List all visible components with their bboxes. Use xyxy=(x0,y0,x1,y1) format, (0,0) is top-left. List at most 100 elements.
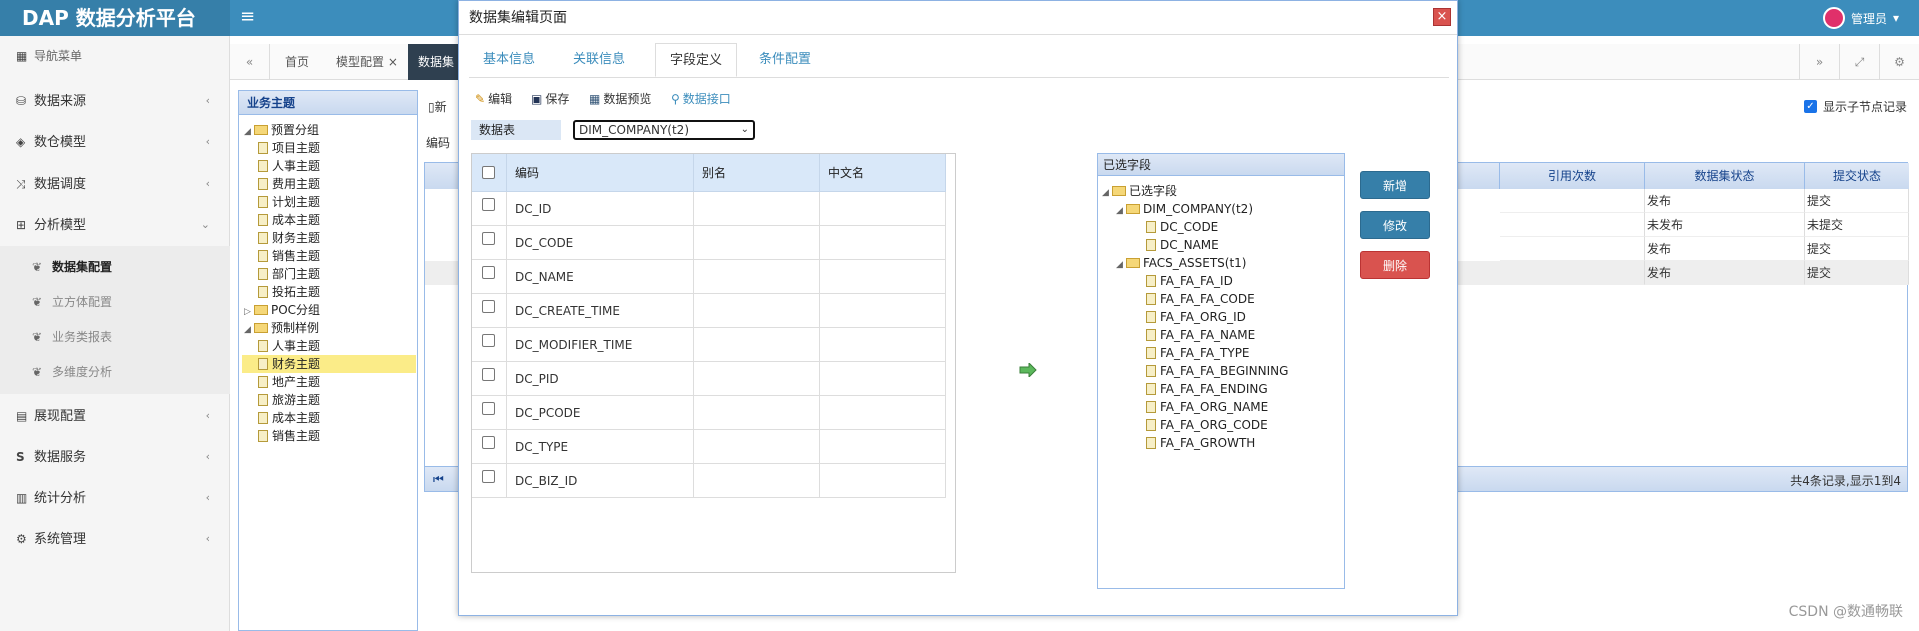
tree-node[interactable]: 人事主题 xyxy=(258,157,320,175)
arrow-right-icon[interactable] xyxy=(1019,363,1037,377)
sidebar-subitem-dataset[interactable]: ❦ 数据集配置 xyxy=(0,250,230,285)
tree-field[interactable]: FA_FA_FA_ENDING xyxy=(1146,380,1268,398)
tab-home[interactable]: 首页 xyxy=(275,44,319,80)
field-cn-name xyxy=(820,226,946,260)
tree-group[interactable]: ◢ 预制样例 xyxy=(244,319,319,337)
sidebar-item-stats[interactable]: ▥ 统计分析 ‹ xyxy=(0,478,230,518)
expand-down-icon[interactable]: ◢ xyxy=(244,123,254,141)
scroll-right-icon[interactable]: » xyxy=(1799,44,1839,80)
save-icon: ▣ xyxy=(531,92,543,106)
new-button[interactable]: ▯新 xyxy=(428,98,447,115)
tree-node[interactable]: 成本主题 xyxy=(258,409,320,427)
tree-field[interactable]: DC_CODE xyxy=(1146,218,1218,236)
menu-toggle-icon[interactable]: ≡ xyxy=(240,6,255,27)
row-checkbox[interactable] xyxy=(482,470,495,483)
col-ref-count[interactable]: 引用次数 xyxy=(1500,163,1645,189)
tree-table[interactable]: ◢ DIM_COMPANY(t2) xyxy=(1116,200,1253,218)
tree-node[interactable]: 费用主题 xyxy=(258,175,320,193)
tab-field-definition[interactable]: 字段定义 xyxy=(655,43,738,77)
tree-group[interactable]: ▷ POC分组 xyxy=(244,301,320,319)
row-checkbox[interactable] xyxy=(482,198,495,211)
tree-node[interactable]: 投拓主题 xyxy=(258,283,320,301)
tree-field[interactable]: FA_FA_ORG_NAME xyxy=(1146,398,1268,416)
tree-node[interactable]: 成本主题 xyxy=(258,211,320,229)
expand-down-icon[interactable]: ◢ xyxy=(1116,202,1126,220)
row-checkbox-cell xyxy=(472,362,507,396)
tree-field[interactable]: FA_FA_FA_TYPE xyxy=(1146,344,1250,362)
tree-node[interactable]: 地产主题 xyxy=(258,373,320,391)
close-icon[interactable]: × xyxy=(1433,8,1451,26)
sidebar-item-warehouse[interactable]: ◈ 数仓模型 ‹ xyxy=(0,122,230,162)
tree-node[interactable]: 部门主题 xyxy=(258,265,320,283)
tree-root[interactable]: ◢ 已选字段 xyxy=(1102,182,1177,200)
sidebar-subitem-multidim[interactable]: ❦ 多维度分析 xyxy=(0,355,230,390)
tree-field[interactable]: FA_FA_FA_NAME xyxy=(1146,326,1255,344)
expand-down-icon[interactable]: ◢ xyxy=(244,321,254,339)
show-child-nodes[interactable]: ✓ 显示子节点记录 xyxy=(1803,98,1907,115)
preview-button[interactable]: ▦ 数据预览 xyxy=(589,89,651,109)
row-checkbox[interactable] xyxy=(482,402,495,415)
delete-button[interactable]: 删除 xyxy=(1360,251,1430,279)
tree-node[interactable]: 财务主题 xyxy=(258,229,320,247)
brand-title[interactable]: DAP 数据分析平台 xyxy=(0,0,230,36)
tree-field[interactable]: FA_FA_GROWTH xyxy=(1146,434,1255,452)
sidebar-subitem-cube[interactable]: ❦ 立方体配置 xyxy=(0,285,230,320)
row-checkbox[interactable] xyxy=(482,232,495,245)
add-button[interactable]: 新增 xyxy=(1360,171,1430,199)
row-checkbox[interactable] xyxy=(482,300,495,313)
row-checkbox[interactable] xyxy=(482,368,495,381)
col-alias[interactable]: 别名 xyxy=(694,154,820,192)
sidebar-item-service[interactable]: S 数据服务 ‹ xyxy=(0,437,230,477)
row-checkbox[interactable] xyxy=(482,266,495,279)
sidebar-item-data-source[interactable]: ⛁ 数据来源 ‹ xyxy=(0,81,230,121)
gear-icon[interactable]: ⚙ xyxy=(1879,44,1919,80)
tree-table[interactable]: ◢ FACS_ASSETS(t1) xyxy=(1116,254,1246,272)
expand-down-icon[interactable]: ◢ xyxy=(1116,256,1126,274)
col-dataset-status[interactable]: 数据集状态 xyxy=(1645,163,1805,189)
tree-field[interactable]: FA_FA_FA_CODE xyxy=(1146,290,1255,308)
sidebar-subitem-report[interactable]: ❦ 业务类报表 xyxy=(0,320,230,355)
tree-group[interactable]: ◢ 预置分组 xyxy=(244,121,319,139)
sidebar-item-system[interactable]: ⚙ 系统管理 ‹ xyxy=(0,519,230,559)
tree-node[interactable]: 计划主题 xyxy=(258,193,320,211)
expand-down-icon[interactable]: ◢ xyxy=(1102,184,1112,202)
tree-node[interactable]: 销售主题 xyxy=(258,427,320,445)
close-icon[interactable]: × xyxy=(388,55,398,69)
tab-condition-config[interactable]: 条件配置 xyxy=(745,43,825,77)
fullscreen-icon[interactable]: ⤢ xyxy=(1839,44,1879,80)
sitemap-icon: ⊞ xyxy=(16,218,27,232)
tree-node[interactable]: 项目主题 xyxy=(258,139,320,157)
document-icon xyxy=(1146,401,1156,413)
row-checkbox[interactable] xyxy=(482,334,495,347)
first-page-icon[interactable]: ⏮ xyxy=(433,472,444,487)
datatable-select[interactable]: DIM_COMPANY(t2) ⌄ xyxy=(573,120,755,140)
sidebar-item-analysis[interactable]: ⊞ 分析模型 ⌄ xyxy=(0,205,230,245)
save-button[interactable]: ▣ 保存 xyxy=(531,89,569,109)
tab-model[interactable]: 模型配置 × xyxy=(326,44,408,80)
tree-field[interactable]: FA_FA_ORG_ID xyxy=(1146,308,1246,326)
document-icon xyxy=(1146,329,1156,341)
scroll-left-icon[interactable]: « xyxy=(230,44,270,80)
tab-relation-info[interactable]: 关联信息 xyxy=(559,43,639,77)
modify-button[interactable]: 修改 xyxy=(1360,211,1430,239)
tab-basic-info[interactable]: 基本信息 xyxy=(469,43,549,77)
sidebar-item-display[interactable]: ▤ 展现配置 ‹ xyxy=(0,396,230,436)
select-all-checkbox[interactable] xyxy=(482,166,495,179)
tree-node[interactable]: 销售主题 xyxy=(258,247,320,265)
tree-node[interactable]: 财务主题 xyxy=(242,355,416,373)
edit-button[interactable]: ✎ 编辑 xyxy=(475,89,512,109)
row-checkbox[interactable] xyxy=(482,436,495,449)
tree-node[interactable]: 人事主题 xyxy=(258,337,320,355)
col-submit-status[interactable]: 提交状态 xyxy=(1805,163,1909,189)
tree-field[interactable]: FA_FA_ORG_CODE xyxy=(1146,416,1268,434)
user-menu[interactable]: 管理员 ▾ xyxy=(1822,6,1899,30)
sidebar-item-schedule[interactable]: ⤨ 数据调度 ‹ xyxy=(0,164,230,204)
checkbox-checked-icon[interactable]: ✓ xyxy=(1803,100,1817,113)
col-cn-name[interactable]: 中文名 xyxy=(820,154,946,192)
col-code[interactable]: 编码 xyxy=(507,154,694,192)
tree-node[interactable]: 旅游主题 xyxy=(258,391,320,409)
tree-field[interactable]: FA_FA_FA_ID xyxy=(1146,272,1233,290)
tree-field[interactable]: FA_FA_FA_BEGINNING xyxy=(1146,362,1288,380)
tree-field[interactable]: DC_NAME xyxy=(1146,236,1219,254)
data-api-button[interactable]: ⚲ 数据接口 xyxy=(671,89,731,109)
